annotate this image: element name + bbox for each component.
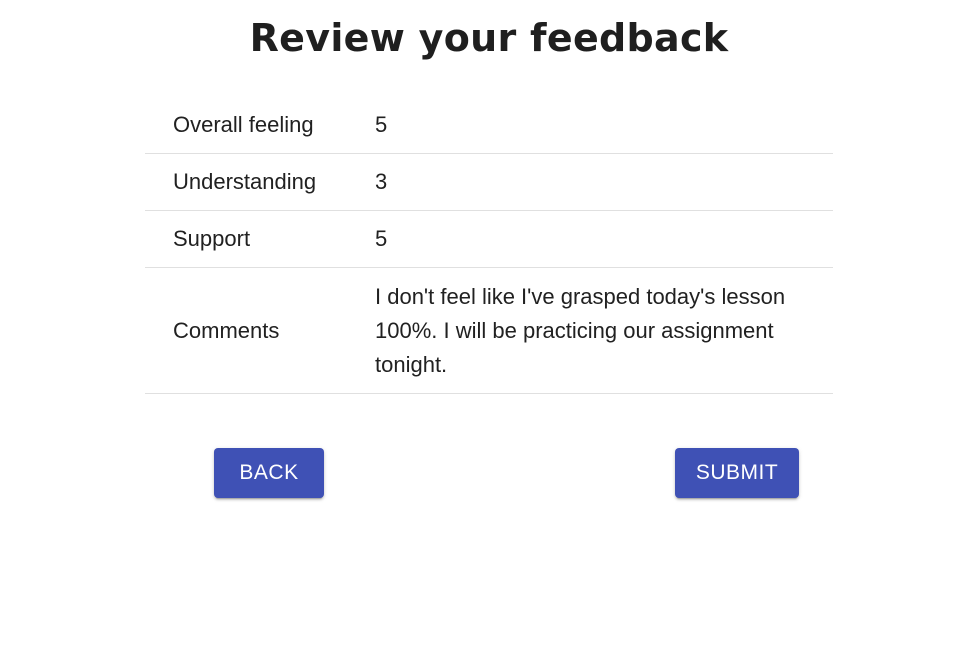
submit-button[interactable]: SUBMIT (675, 448, 799, 498)
review-row-value: 3 (375, 169, 388, 194)
review-row-support: Support 5 (145, 211, 833, 268)
page-title: Review your feedback (249, 16, 729, 60)
review-row-comments: Comments I don't feel like I've grasped … (145, 268, 833, 394)
feedback-review-table: Overall feeling 5 Understanding 3 Suppor… (145, 97, 833, 394)
review-row-label: Support (173, 226, 251, 251)
review-row-understanding: Understanding 3 (145, 154, 833, 211)
review-row-value: 5 (375, 226, 388, 251)
review-row-overall-feeling: Overall feeling 5 (145, 97, 833, 154)
review-row-label: Overall feeling (173, 112, 314, 137)
review-row-value: I don't feel like I've grasped today's l… (375, 283, 786, 377)
review-row-label: Understanding (173, 169, 317, 194)
review-row-value: 5 (375, 112, 388, 137)
review-row-label: Comments (173, 317, 280, 343)
back-button[interactable]: BACK (214, 448, 324, 498)
